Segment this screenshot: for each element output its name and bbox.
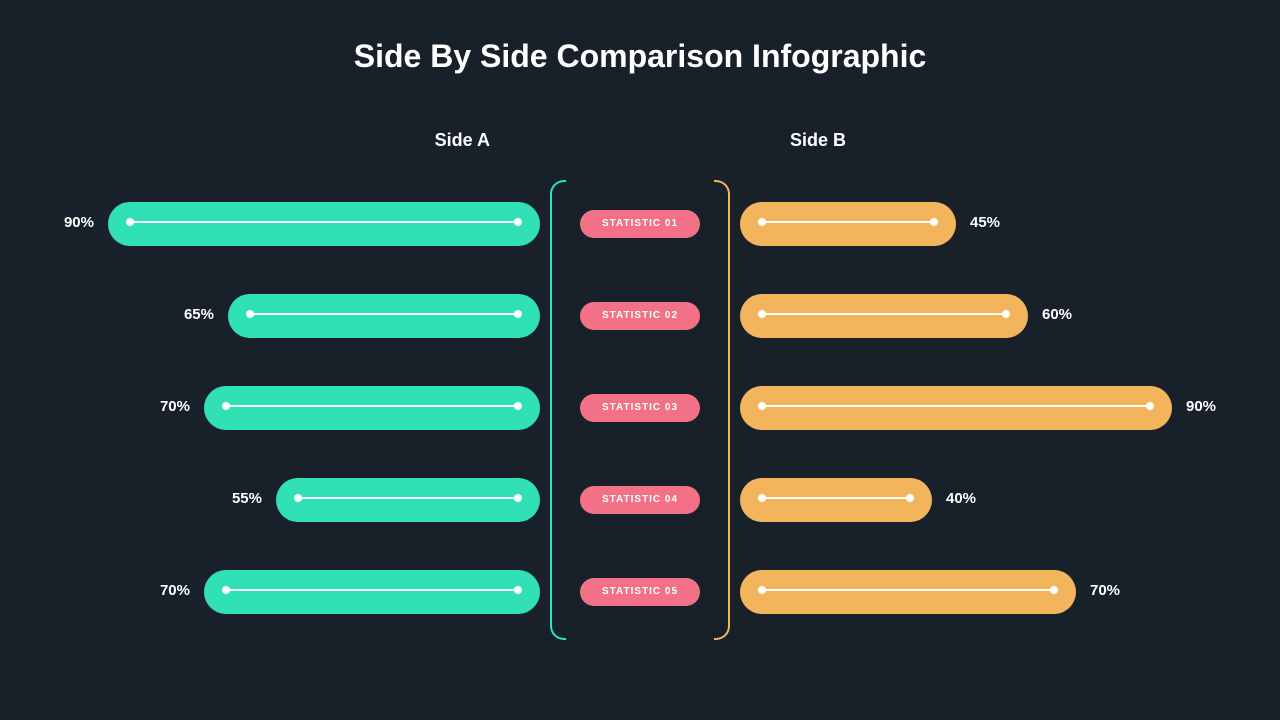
side-b-bar (740, 202, 956, 246)
side-a-dot-start (514, 310, 522, 318)
side-a-percent: 55% (232, 490, 262, 507)
side-b-dot-start (758, 402, 766, 410)
side-a-header: Side A (0, 130, 550, 151)
side-b-dot-start (758, 310, 766, 318)
comparison-chart: Side A Side B (0, 130, 1280, 180)
stat-label: STATISTIC 04 (580, 486, 700, 514)
side-a-track (250, 313, 518, 315)
side-a-track (226, 405, 518, 407)
side-b-dot-start (758, 586, 766, 594)
side-a-bar (204, 570, 540, 614)
side-a-track (130, 221, 518, 223)
side-b-track (762, 221, 934, 223)
side-b-dot-start (758, 494, 766, 502)
stat-label: STATISTIC 03 (580, 394, 700, 422)
side-b-dot-start (758, 218, 766, 226)
side-a-percent: 70% (160, 398, 190, 415)
stat-label: STATISTIC 02 (580, 302, 700, 330)
side-b-track (762, 497, 910, 499)
side-a-bar (228, 294, 540, 338)
side-a-bar (276, 478, 540, 522)
side-a-dot-end (246, 310, 254, 318)
chart-row: 90% STATISTIC 01 45% (0, 200, 1280, 292)
chart-row: 70% STATISTIC 03 90% (0, 384, 1280, 476)
chart-row: 65% STATISTIC 02 60% (0, 292, 1280, 384)
side-b-dot-end (1002, 310, 1010, 318)
stat-label: STATISTIC 05 (580, 578, 700, 606)
side-a-dot-end (222, 402, 230, 410)
side-b-dot-end (930, 218, 938, 226)
side-b-bar (740, 570, 1076, 614)
side-b-dot-end (1050, 586, 1058, 594)
chart-row: 55% STATISTIC 04 40% (0, 476, 1280, 568)
side-a-dot-start (514, 402, 522, 410)
chart-row: 70% STATISTIC 05 70% (0, 568, 1280, 660)
side-b-bar (740, 386, 1172, 430)
side-b-percent: 90% (1186, 398, 1216, 415)
side-a-dot-end (126, 218, 134, 226)
side-a-dot-start (514, 586, 522, 594)
side-b-percent: 60% (1042, 306, 1072, 323)
side-a-dot-end (294, 494, 302, 502)
side-b-dot-end (906, 494, 914, 502)
side-a-bar (108, 202, 540, 246)
side-b-track (762, 313, 1006, 315)
side-a-bar (204, 386, 540, 430)
side-b-header: Side B (730, 130, 1280, 151)
side-a-dot-end (222, 586, 230, 594)
side-a-dot-start (514, 494, 522, 502)
stat-label: STATISTIC 01 (580, 210, 700, 238)
side-a-track (226, 589, 518, 591)
side-b-dot-end (1146, 402, 1154, 410)
side-b-percent: 40% (946, 490, 976, 507)
side-b-percent: 70% (1090, 582, 1120, 599)
side-a-percent: 90% (64, 214, 94, 231)
side-a-dot-start (514, 218, 522, 226)
side-a-track (298, 497, 518, 499)
side-b-bar (740, 294, 1028, 338)
side-b-percent: 45% (970, 214, 1000, 231)
side-b-track (762, 405, 1150, 407)
side-b-bar (740, 478, 932, 522)
chart-rows: 90% STATISTIC 01 45% 65% STATISTIC 02 60% 70% S… (0, 200, 1280, 660)
side-a-percent: 65% (184, 306, 214, 323)
side-a-percent: 70% (160, 582, 190, 599)
chart-title: Side By Side Comparison Infographic (0, 0, 1280, 75)
side-b-track (762, 589, 1054, 591)
